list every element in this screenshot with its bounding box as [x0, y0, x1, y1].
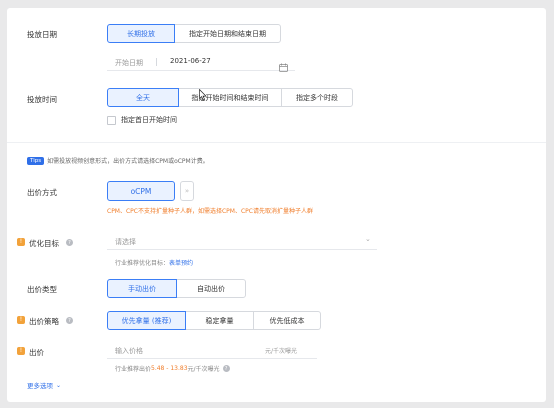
start-date-label: 开始日期 [115, 59, 143, 67]
required-marker-icon: ! [17, 316, 25, 324]
bid-type-label: 出价类型 [27, 285, 57, 294]
option-specify-time[interactable]: 指定开始时间和结束时间 [178, 88, 282, 107]
option-manual-bid[interactable]: 手动出价 [107, 279, 177, 298]
option-low-cost[interactable]: 优先低成本 [253, 311, 321, 330]
help-icon[interactable]: ? [66, 239, 73, 246]
checkbox-box[interactable] [107, 115, 116, 125]
tips-badge: Tips [27, 156, 45, 165]
optimization-hint: 行业推荐优化目标：表单预约 [115, 258, 193, 267]
bid-type-group: 手动出价 自动出价 [107, 279, 246, 298]
price-hint-suffix: 元/千次曝光 [187, 366, 220, 373]
bid-method-label: 出价方式 [27, 188, 57, 197]
required-marker-icon: ! [17, 238, 25, 246]
price-label: 出价 [29, 348, 44, 357]
option-auto-bid[interactable]: 自动出价 [176, 279, 246, 298]
option-priority-volume[interactable]: 优先拿量 (推荐) [107, 311, 186, 330]
price-input[interactable]: 输入价格 元/千次曝光 [107, 344, 317, 359]
start-date-field[interactable]: 开始日期 2021-06-27 [107, 56, 295, 72]
optimization-placeholder: 请选择 [115, 238, 136, 246]
optimization-hint-link[interactable]: 表单预约 [169, 260, 193, 267]
chevron-down-icon: ⌄ [365, 235, 371, 243]
chevron-down-icon: ⌄ [56, 381, 62, 389]
more-options-label: 更多选项 [27, 382, 53, 390]
help-icon[interactable]: ? [66, 317, 73, 324]
price-hint: 行业推荐出价 5.48 - 13.83 元/千次曝光 ? [115, 364, 230, 373]
option-multiple-periods[interactable]: 指定多个时段 [281, 88, 353, 107]
time-option-group: 全天 指定开始时间和结束时间 指定多个时段 [107, 88, 353, 107]
price-placeholder: 输入价格 [115, 347, 143, 355]
option-specify-dates[interactable]: 指定开始日期和结束日期 [174, 24, 281, 43]
price-unit: 元/千次曝光 [265, 348, 298, 355]
optimization-label: 优化目标 [29, 239, 59, 248]
bid-method-warning: CPM、CPC不支持扩量种子人群，如需选择CPM、CPC请先取消扩量种子人群 [107, 208, 313, 215]
required-marker-icon: ! [17, 347, 25, 355]
price-hint-prefix: 行业推荐出价 [115, 366, 152, 373]
first-day-checkbox[interactable]: 指定首日开始时间 [107, 115, 177, 125]
tips-text: 如需投放视频创意形式，出价方式请选择CPM或oCPM计费。 [47, 158, 209, 165]
price-hint-range: 5.48 - 13.83 [151, 365, 188, 372]
chevron-right-icon: » [184, 187, 190, 195]
date-label: 投放日期 [27, 30, 57, 39]
more-options-link[interactable]: 更多选项 ⌄ [27, 380, 62, 391]
calendar-icon[interactable] [279, 57, 288, 76]
tips-row: Tips 如需投放视频创意形式，出价方式请选择CPM或oCPM计费。 [27, 156, 209, 165]
optimization-hint-prefix: 行业推荐优化目标： [115, 260, 170, 267]
option-all-day[interactable]: 全天 [107, 88, 179, 107]
option-stable-volume[interactable]: 稳定拿量 [185, 311, 254, 330]
campaign-settings-card: 投放日期 长期投放 指定开始日期和结束日期 开始日期 2021-06-27 投放… [7, 8, 546, 402]
strategy-label: 出价策略 [29, 317, 59, 326]
option-long-term[interactable]: 长期投放 [107, 24, 175, 43]
bid-method-more[interactable]: » [180, 181, 194, 201]
date-option-group: 长期投放 指定开始日期和结束日期 [107, 24, 281, 43]
bid-method-ocpm[interactable]: oCPM [107, 181, 175, 201]
time-label: 投放时间 [27, 95, 57, 104]
start-date-value: 2021-06-27 [170, 57, 211, 65]
mouse-cursor-icon [199, 89, 207, 101]
strategy-group: 优先拿量 (推荐) 稳定拿量 优先低成本 [107, 311, 321, 330]
first-day-checkbox-label: 指定首日开始时间 [121, 116, 177, 124]
section-divider [7, 142, 546, 143]
help-icon[interactable]: ? [222, 365, 230, 373]
divider [156, 58, 157, 66]
optimization-select[interactable]: 请选择 ⌄ [107, 235, 377, 250]
